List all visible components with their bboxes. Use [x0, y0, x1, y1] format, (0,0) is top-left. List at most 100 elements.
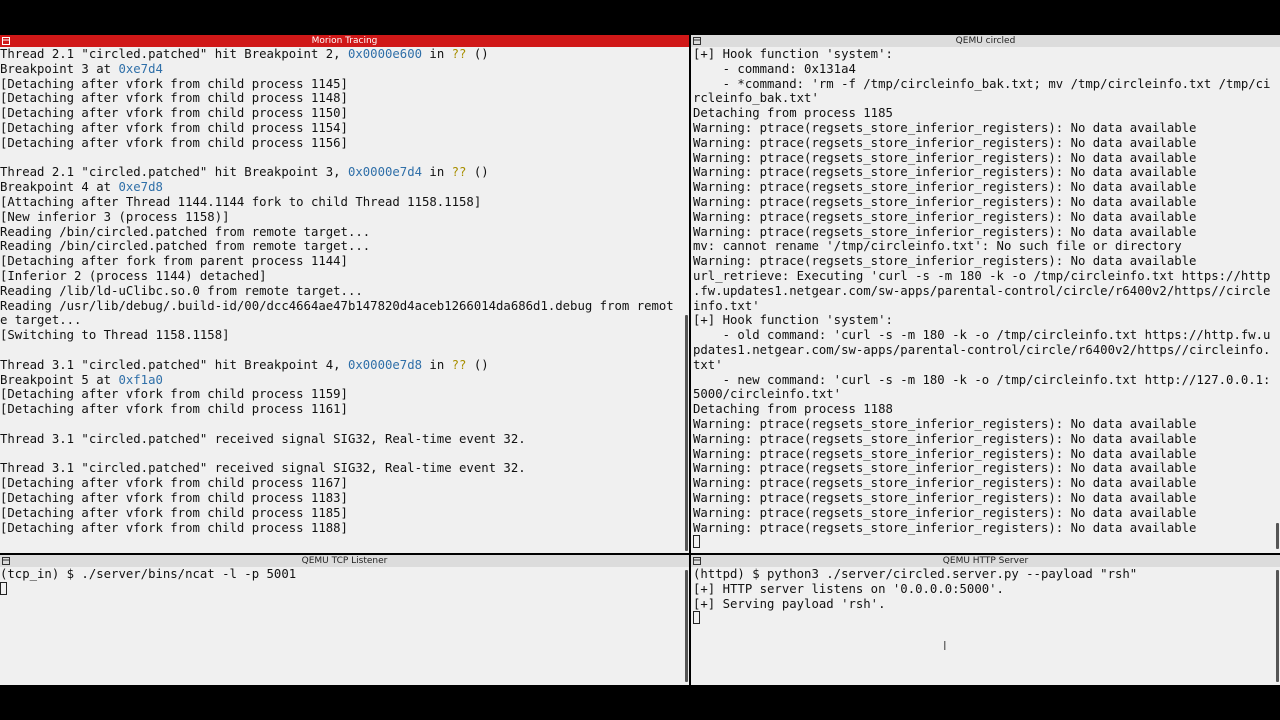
terminal-line: Warning: ptrace(regsets_store_inferior_r… — [693, 417, 1274, 432]
line-text: Warning: ptrace(regsets_store_inferior_r… — [693, 120, 1197, 135]
terminal-line: mv: cannot rename '/tmp/circleinfo.txt':… — [693, 239, 1274, 254]
terminal-line: Warning: ptrace(regsets_store_inferior_r… — [693, 476, 1274, 491]
line-text: Warning: ptrace(regsets_store_inferior_r… — [693, 165, 1197, 180]
line-text: Warning: ptrace(regsets_store_inferior_r… — [693, 150, 1197, 165]
scrollbar[interactable] — [685, 315, 688, 551]
line-text: Warning: ptrace(regsets_store_inferior_r… — [693, 490, 1197, 505]
scrollbar[interactable] — [1276, 523, 1279, 549]
terminal-line: .fw.updates1.netgear.com/sw-apps/parenta… — [693, 284, 1274, 299]
terminal-line: [Detaching after vfork from child proces… — [0, 77, 683, 92]
unknown-function-text: ?? — [451, 47, 467, 61]
terminal-line: [Detaching after fork from parent proces… — [0, 254, 683, 269]
terminal-icon — [2, 37, 10, 45]
line-text: Detaching from process 1188 — [693, 402, 893, 417]
terminal-cursor — [0, 581, 7, 595]
line-text: [Detaching after vfork from child proces… — [0, 120, 348, 135]
line-text: Warning: ptrace(regsets_store_inferior_r… — [693, 505, 1197, 520]
line-text: Detaching from process 1185 — [693, 106, 893, 121]
terminal-line: Warning: ptrace(regsets_store_inferior_r… — [693, 165, 1274, 180]
line-text: [+] HTTP server listens on '0.0.0.0:5000… — [693, 581, 1004, 596]
pane-title-bar[interactable]: QEMU circled — [691, 35, 1280, 47]
terminal-line: Warning: ptrace(regsets_store_inferior_r… — [693, 136, 1274, 151]
line-text: Thread 3.1 "circled.patched" received si… — [0, 461, 526, 476]
line-text: Warning: ptrace(regsets_store_inferior_r… — [693, 446, 1197, 461]
terminal-cursor — [693, 535, 700, 549]
terminal-line: [Attaching after Thread 1144.1144 fork t… — [0, 195, 683, 210]
pane-title-bar[interactable]: Morion Tracing — [0, 35, 689, 47]
line-text: Warning: ptrace(regsets_store_inferior_r… — [693, 461, 1197, 476]
line-text: [Detaching after vfork from child proces… — [0, 106, 348, 121]
terminal-line: Reading /bin/circled.patched from remote… — [0, 225, 683, 240]
line-text: Warning: ptrace(regsets_store_inferior_r… — [693, 180, 1197, 195]
line-text: Reading /bin/circled.patched from remote… — [0, 239, 371, 254]
line-text: url_retrieve: Executing 'curl -s -m 180 … — [693, 268, 1271, 283]
pane-title-bar[interactable]: QEMU TCP Listener — [0, 555, 689, 567]
terminal-line — [0, 581, 683, 597]
terminal-output[interactable]: Thread 2.1 "circled.patched" hit Breakpo… — [0, 47, 683, 553]
terminal-line: Reading /lib/ld-uClibc.so.0 from remote … — [0, 284, 683, 299]
terminal-line: - new command: 'curl -s -m 180 -k -o /tm… — [693, 373, 1274, 388]
terminal-output[interactable]: [+] Hook function 'system': - command: 0… — [693, 47, 1274, 553]
unknown-function-text: ?? — [451, 165, 467, 180]
terminal-line: [Detaching after vfork from child proces… — [0, 476, 683, 491]
line-text: Reading /bin/circled.patched from remote… — [0, 224, 371, 239]
terminal-line: Breakpoint 3 at 0xe7d4 — [0, 62, 683, 77]
line-text: (httpd) $ python3 ./server/circled.serve… — [693, 567, 1138, 581]
terminal-line: Warning: ptrace(regsets_store_inferior_r… — [693, 432, 1274, 447]
terminal-line: Warning: ptrace(regsets_store_inferior_r… — [693, 521, 1274, 536]
terminal-pane-morion-tracing[interactable]: Morion Tracing Thread 2.1 "circled.patch… — [0, 35, 689, 553]
terminal-line: Warning: ptrace(regsets_store_inferior_r… — [693, 121, 1274, 136]
line-text: [Detaching after vfork from child proces… — [0, 520, 348, 535]
scrollbar[interactable] — [685, 570, 688, 682]
line-text: Warning: ptrace(regsets_store_inferior_r… — [693, 254, 1197, 269]
scrollbar[interactable] — [1276, 570, 1279, 682]
terminal-line: [Detaching after vfork from child proces… — [0, 106, 683, 121]
terminal-pane-http-server[interactable]: QEMU HTTP Server (httpd) $ python3 ./ser… — [691, 555, 1280, 685]
terminal-pane-tcp-listener[interactable]: QEMU TCP Listener (tcp_in) $ ./server/bi… — [0, 555, 689, 685]
line-text: - new command: 'curl -s -m 180 -k -o /tm… — [693, 372, 1271, 387]
pane-title: QEMU HTTP Server — [942, 556, 1029, 566]
line-text: [Detaching after vfork from child proces… — [0, 490, 348, 505]
line-text: Warning: ptrace(regsets_store_inferior_r… — [693, 209, 1197, 224]
line-text: in — [422, 357, 452, 372]
line-text: txt' — [693, 357, 723, 372]
line-text: in — [422, 165, 452, 180]
address-text: 0x0000e600 — [347, 47, 423, 61]
line-text: Warning: ptrace(regsets_store_inferior_r… — [693, 416, 1197, 431]
terminal-line: [Detaching after vfork from child proces… — [0, 121, 683, 136]
terminal-icon — [693, 557, 701, 565]
line-text: Warning: ptrace(regsets_store_inferior_r… — [693, 520, 1197, 535]
address-text: 0x0000e7d8 — [347, 357, 423, 372]
terminal-pane-qemu-circled[interactable]: QEMU circled [+] Hook function 'system':… — [691, 35, 1280, 553]
pane-title: QEMU TCP Listener — [301, 556, 388, 566]
terminal-line: Reading /bin/circled.patched from remote… — [0, 239, 683, 254]
line-text: e target... — [0, 313, 82, 328]
terminal-icon — [693, 37, 701, 45]
line-text: [Detaching after vfork from child proces… — [0, 76, 348, 91]
line-text: Thread 3.1 "circled.patched" received si… — [0, 431, 526, 446]
terminal-line: Warning: ptrace(regsets_store_inferior_r… — [693, 254, 1274, 269]
terminal-line: Warning: ptrace(regsets_store_inferior_r… — [693, 506, 1274, 521]
address-text: 0xe7d8 — [118, 180, 163, 195]
line-text: [Detaching after vfork from child proces… — [0, 135, 348, 150]
terminal-line: [New inferior 3 (process 1158)] — [0, 210, 683, 225]
terminal-line: Warning: ptrace(regsets_store_inferior_r… — [693, 180, 1274, 195]
line-text: [Detaching after vfork from child proces… — [0, 402, 348, 417]
line-text: rcleinfo_bak.txt' — [693, 91, 819, 106]
line-text: 5000/circleinfo.txt' — [693, 387, 842, 402]
line-text: mv: cannot rename '/tmp/circleinfo.txt':… — [693, 239, 1182, 254]
terminal-output[interactable]: (tcp_in) $ ./server/bins/ncat -l -p 5001 — [0, 567, 683, 685]
terminal-line: url_retrieve: Executing 'curl -s -m 180 … — [693, 269, 1274, 284]
terminal-line: Warning: ptrace(regsets_store_inferior_r… — [693, 210, 1274, 225]
line-text: Thread 2.1 "circled.patched" hit Breakpo… — [0, 165, 348, 180]
pane-title-bar[interactable]: QEMU HTTP Server — [691, 555, 1280, 567]
line-text: [Detaching after vfork from child proces… — [0, 476, 348, 491]
address-text: 0x0000e7d4 — [347, 165, 423, 180]
terminal-output[interactable]: (httpd) $ python3 ./server/circled.serve… — [693, 567, 1274, 685]
line-text: info.txt' — [693, 298, 760, 313]
line-text: Breakpoint 5 at — [0, 372, 119, 387]
terminal-line: (httpd) $ python3 ./server/circled.serve… — [693, 567, 1274, 582]
